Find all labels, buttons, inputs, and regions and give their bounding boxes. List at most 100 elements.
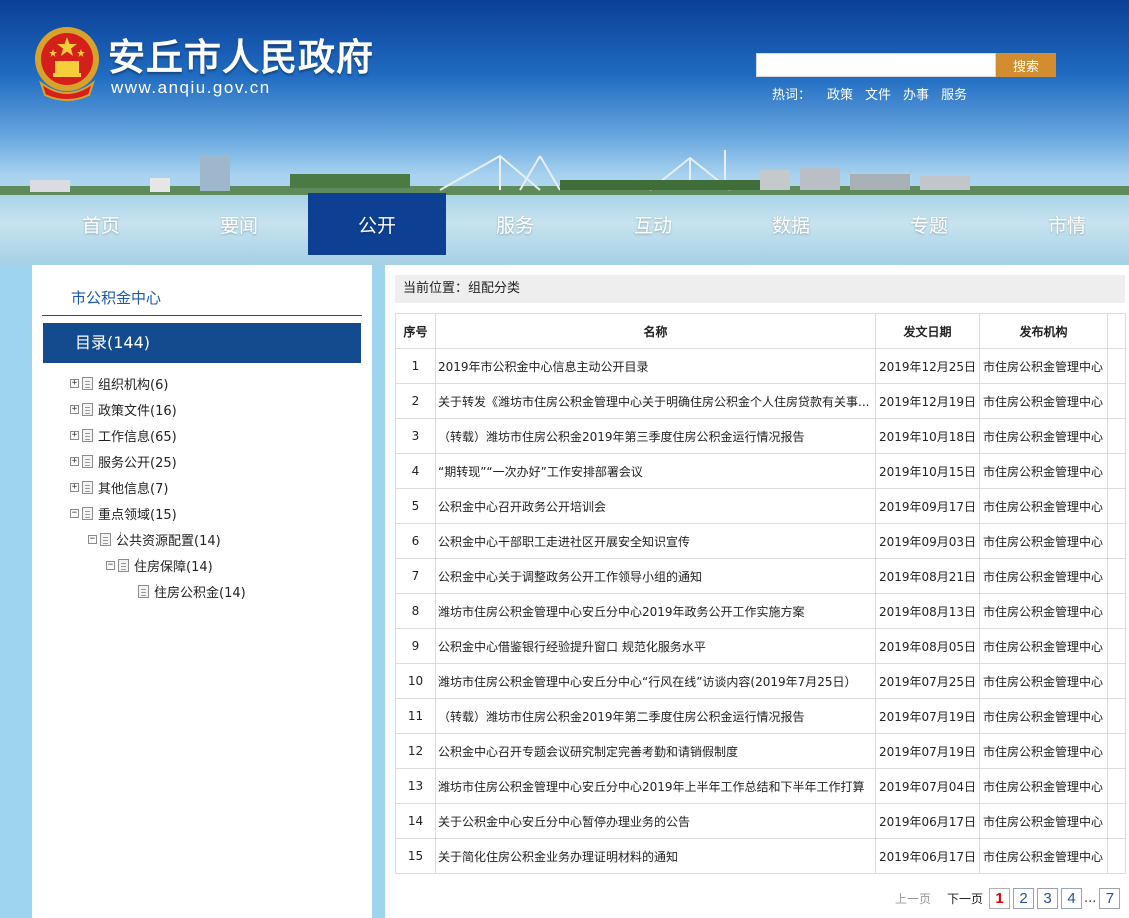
page-button-current[interactable]: 1 xyxy=(989,887,1011,909)
hotword-link[interactable]: 办事 xyxy=(903,84,929,103)
main-nav: 首页 要闻 公开 服务 互动 数据 专题 市情 xyxy=(32,193,1129,255)
table-row: 8 潍坊市住房公积金管理中心安丘分中心2019年政务公开工作实施方案 2019年08… xyxy=(395,593,1126,629)
page-button-last[interactable]: 7 xyxy=(1099,887,1121,909)
row-number-cell: 12 xyxy=(395,733,436,769)
catalog-header[interactable]: 目录(144) xyxy=(43,323,361,363)
expand-toggle-icon[interactable]: + xyxy=(70,404,79,414)
row-number-cell: 2 xyxy=(395,383,436,419)
tree-item-policy[interactable]: + 政策文件(16) xyxy=(70,400,177,419)
tree-item-public-resources[interactable]: − 公共资源配置(14) xyxy=(88,530,221,549)
row-number-cell: 11 xyxy=(395,698,436,734)
nav-item-interaction[interactable]: 互动 xyxy=(584,193,722,255)
document-link[interactable]: 关于公积金中心安丘分中心暂停办理业务的公告 xyxy=(438,815,690,829)
tree-item-label: 工作信息(65) xyxy=(98,429,177,445)
table-row: 14 关于公积金中心安丘分中心暂停办理业务的公告 2019年06月17日 市住房公积金… xyxy=(395,803,1126,839)
page-button[interactable]: 2 xyxy=(1013,887,1035,909)
document-table: 序号 名称 发文日期 发布机构 1 2019年市公积金中心信息主动公开目录 2019… xyxy=(395,313,1126,874)
document-link[interactable]: 公积金中心干部职工走进社区开展安全知识宣传 xyxy=(438,535,690,549)
row-date-cell: 2019年06月17日 xyxy=(875,838,980,874)
row-title-cell: 公积金中心召开政务公开培训会 xyxy=(435,488,876,524)
document-link[interactable]: （转载）潍坊市住房公积金2019年第二季度住房公积金运行情况报告 xyxy=(438,710,805,724)
tree-item-housing[interactable]: − 住房保障(14) xyxy=(106,556,213,575)
row-title-cell: 潍坊市住房公积金管理中心安丘分中心“行风在线”访谈内容(2019年7月25日） xyxy=(435,663,876,699)
page-button[interactable]: 4 xyxy=(1061,887,1083,909)
table-row: 11 （转载）潍坊市住房公积金2019年第二季度住房公积金运行情况报告 2019年0… xyxy=(395,698,1126,734)
document-link[interactable]: 潍坊市住房公积金管理中心安丘分中心2019年政务公开工作实施方案 xyxy=(438,605,805,619)
table-row: 13 潍坊市住房公积金管理中心安丘分中心2019年上半年工作总结和下半年工作打算 2… xyxy=(395,768,1126,804)
row-title-cell: 潍坊市住房公积金管理中心安丘分中心2019年政务公开工作实施方案 xyxy=(435,593,876,629)
row-title-cell: 关于简化住房公积金业务办理证明材料的通知 xyxy=(435,838,876,874)
collapse-toggle-icon[interactable]: − xyxy=(88,534,97,544)
row-org-cell: 市住房公积金管理中心 xyxy=(979,768,1108,804)
collapse-toggle-icon[interactable]: − xyxy=(106,560,115,570)
table-spacer xyxy=(1107,768,1126,804)
document-icon xyxy=(82,454,93,468)
document-icon xyxy=(82,506,93,520)
row-org-cell: 市住房公积金管理中心 xyxy=(979,628,1108,664)
nav-item-topics[interactable]: 专题 xyxy=(860,193,998,255)
tree-item-org[interactable]: + 组织机构(6) xyxy=(70,374,168,393)
row-date-cell: 2019年08月05日 xyxy=(875,628,980,664)
row-date-cell: 2019年06月17日 xyxy=(875,803,980,839)
tree-item-key-areas[interactable]: − 重点领域(15) xyxy=(70,504,177,523)
pagination: 上一页 下一页 1 2 3 4 ... 7 xyxy=(895,887,1121,909)
document-icon xyxy=(118,558,129,572)
expand-toggle-icon[interactable]: + xyxy=(70,482,79,492)
main-content: 当前位置：组配分类 序号 名称 发文日期 发布机构 1 2019年市公积金中心信息… xyxy=(385,265,1129,918)
row-date-cell: 2019年07月19日 xyxy=(875,698,980,734)
column-header-date: 发文日期 xyxy=(875,313,980,349)
document-link[interactable]: “期转现”“一次办好”工作安排部署会议 xyxy=(438,465,643,479)
table-spacer xyxy=(1107,698,1126,734)
row-date-cell: 2019年10月18日 xyxy=(875,418,980,454)
document-link[interactable]: 公积金中心关于调整政务公开工作领导小组的通知 xyxy=(438,570,702,584)
nav-item-city-info[interactable]: 市情 xyxy=(998,193,1129,255)
row-number-cell: 14 xyxy=(395,803,436,839)
page-button[interactable]: 3 xyxy=(1037,887,1059,909)
expand-toggle-icon[interactable]: + xyxy=(70,378,79,388)
row-title-cell: 潍坊市住房公积金管理中心安丘分中心2019年上半年工作总结和下半年工作打算 xyxy=(435,768,876,804)
document-link[interactable]: 关于转发《潍坊市住房公积金管理中心关于明确住房公积金个人住房贷款有关事... xyxy=(438,395,869,409)
hotword-link[interactable]: 服务 xyxy=(941,84,967,103)
next-page-button[interactable]: 下一页 xyxy=(947,890,983,907)
tree-item-housing-fund[interactable]: 住房公积金(14) xyxy=(138,582,246,601)
table-row: 2 关于转发《潍坊市住房公积金管理中心关于明确住房公积金个人住房贷款有关事... 2… xyxy=(395,383,1126,419)
row-title-cell: （转载）潍坊市住房公积金2019年第三季度住房公积金运行情况报告 xyxy=(435,418,876,454)
table-spacer xyxy=(1107,348,1126,384)
hotword-link[interactable]: 文件 xyxy=(865,84,891,103)
document-link[interactable]: 潍坊市住房公积金管理中心安丘分中心“行风在线”访谈内容(2019年7月25日） xyxy=(438,675,857,689)
nav-item-data[interactable]: 数据 xyxy=(722,193,860,255)
table-row: 3 （转载）潍坊市住房公积金2019年第三季度住房公积金运行情况报告 2019年10… xyxy=(395,418,1126,454)
table-spacer xyxy=(1107,488,1126,524)
expand-toggle-icon[interactable]: + xyxy=(70,430,79,440)
document-icon xyxy=(82,402,93,416)
row-org-cell: 市住房公积金管理中心 xyxy=(979,663,1108,699)
search-button[interactable]: 搜索 xyxy=(996,53,1056,77)
document-link[interactable]: 关于简化住房公积金业务办理证明材料的通知 xyxy=(438,850,678,864)
document-link[interactable]: 公积金中心借鉴银行经验提升窗口 规范化服务水平 xyxy=(438,640,706,654)
hotword-link[interactable]: 政策 xyxy=(827,84,853,103)
document-link[interactable]: 公积金中心召开专题会议研究制定完善考勤和请销假制度 xyxy=(438,745,738,759)
row-number-cell: 15 xyxy=(395,838,436,874)
document-link[interactable]: 潍坊市住房公积金管理中心安丘分中心2019年上半年工作总结和下半年工作打算 xyxy=(438,780,865,794)
nav-item-news[interactable]: 要闻 xyxy=(170,193,308,255)
row-date-cell: 2019年10月15日 xyxy=(875,453,980,489)
nav-item-home[interactable]: 首页 xyxy=(32,193,170,255)
row-title-cell: 公积金中心干部职工走进社区开展安全知识宣传 xyxy=(435,523,876,559)
expand-toggle-icon[interactable]: + xyxy=(70,456,79,466)
document-link[interactable]: （转载）潍坊市住房公积金2019年第三季度住房公积金运行情况报告 xyxy=(438,430,805,444)
tree-item-label: 政策文件(16) xyxy=(98,403,177,419)
row-date-cell: 2019年09月03日 xyxy=(875,523,980,559)
nav-item-services[interactable]: 服务 xyxy=(446,193,584,255)
prev-page-button[interactable]: 上一页 xyxy=(895,890,931,907)
table-spacer xyxy=(1107,453,1126,489)
search-input[interactable] xyxy=(756,53,996,77)
collapse-toggle-icon[interactable]: − xyxy=(70,508,79,518)
nav-item-disclosure[interactable]: 公开 xyxy=(308,193,446,255)
document-link[interactable]: 公积金中心召开政务公开培训会 xyxy=(438,500,606,514)
tree-item-service[interactable]: + 服务公开(25) xyxy=(70,452,177,471)
document-link[interactable]: 2019年市公积金中心信息主动公开目录 xyxy=(438,360,649,374)
row-title-cell: （转载）潍坊市住房公积金2019年第二季度住房公积金运行情况报告 xyxy=(435,698,876,734)
table-row: 7 公积金中心关于调整政务公开工作领导小组的通知 2019年08月21日 市住房公积金… xyxy=(395,558,1126,594)
tree-item-work-info[interactable]: + 工作信息(65) xyxy=(70,426,177,445)
tree-item-other[interactable]: + 其他信息(7) xyxy=(70,478,168,497)
